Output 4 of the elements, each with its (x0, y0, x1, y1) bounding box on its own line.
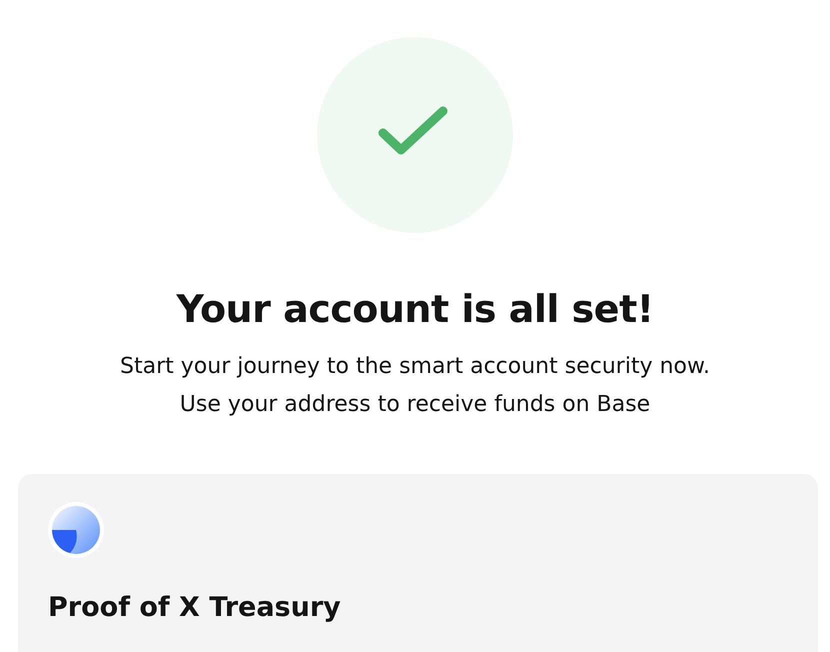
account-avatar (48, 502, 104, 558)
heading: Your account is all set! (176, 286, 654, 333)
description: Start your journey to the smart account security now. Use your address to receive funds on Base (120, 353, 710, 419)
account-name: Proof of X Treasury (48, 591, 342, 625)
